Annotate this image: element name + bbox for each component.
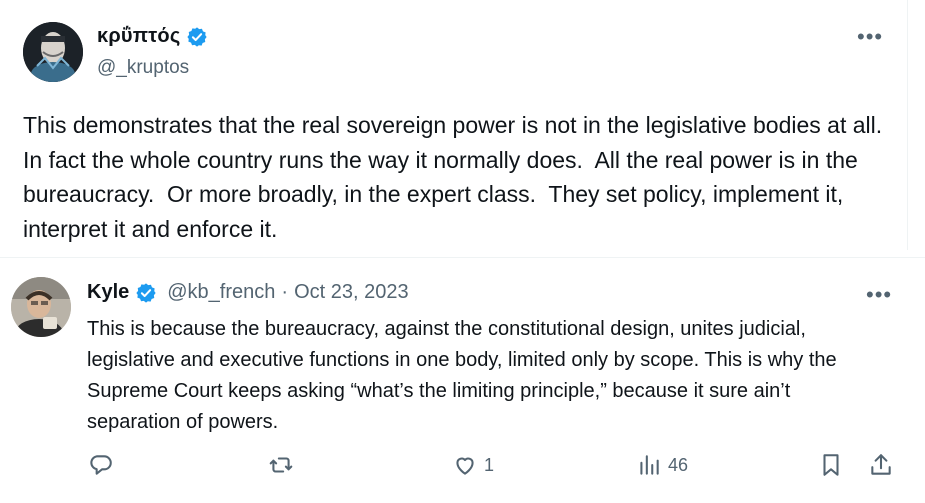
verified-badge-icon <box>135 282 157 304</box>
reply-header: Kyle @kb_french · Oct 23, 2023 <box>87 281 409 304</box>
reply-more-options-icon[interactable]: ••• <box>866 282 892 308</box>
share-icon <box>871 454 891 475</box>
like-count: 1 <box>484 454 495 475</box>
display-name[interactable]: κρΰπτός <box>97 25 180 48</box>
retweet-button[interactable] <box>268 452 300 478</box>
verified-badge-icon <box>186 26 208 48</box>
action-bar: 1 46 <box>0 452 925 492</box>
reply-button[interactable] <box>88 452 120 478</box>
meta-separator: · <box>281 281 289 303</box>
like-button[interactable]: 1 <box>452 452 494 478</box>
tweet-text: This demonstrates that the real sovereig… <box>23 112 895 242</box>
author-name-row: κρΰπτός <box>97 25 208 48</box>
reply-display-name[interactable]: Kyle <box>87 281 129 304</box>
divider <box>0 257 925 258</box>
views-icon <box>640 455 659 475</box>
main-tweet: κρΰπτός @_kruptos ••• This demonstrates … <box>0 0 908 250</box>
retweet-icon <box>269 457 293 473</box>
reply-date[interactable]: Oct 23, 2023 <box>294 281 409 304</box>
bookmark-icon <box>823 454 839 476</box>
reply-text: This is because the bureaucracy, against… <box>87 318 837 433</box>
reply-handle[interactable]: @kb_french <box>167 281 275 304</box>
views-button[interactable]: 46 <box>636 452 688 478</box>
bookmark-button[interactable] <box>818 452 844 478</box>
share-button[interactable] <box>868 452 894 478</box>
avatar[interactable] <box>23 22 83 82</box>
reply-avatar[interactable] <box>11 277 71 337</box>
reply-icon <box>90 455 112 475</box>
more-options-icon[interactable]: ••• <box>857 24 883 50</box>
views-count: 46 <box>668 454 689 475</box>
author-handle[interactable]: @_kruptos <box>97 57 189 79</box>
like-icon <box>456 457 474 475</box>
